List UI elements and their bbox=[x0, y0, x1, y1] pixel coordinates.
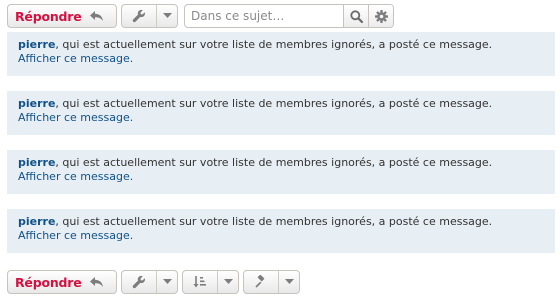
notice-message: , qui est actuellement sur votre liste d… bbox=[55, 215, 493, 228]
search-button[interactable] bbox=[343, 5, 368, 27]
reply-button[interactable]: Répondre bbox=[7, 4, 117, 28]
caret-down-icon[interactable] bbox=[157, 5, 177, 27]
caret-down-icon[interactable] bbox=[157, 271, 177, 293]
magnifier-icon bbox=[349, 9, 363, 23]
reply-arrow-icon bbox=[89, 276, 104, 288]
notice-message: , qui est actuellement sur votre liste d… bbox=[55, 156, 493, 169]
topic-actions-bottom: Répondre bbox=[7, 270, 304, 294]
reply-button-label: Répondre bbox=[15, 8, 82, 24]
gavel-icon[interactable] bbox=[244, 271, 278, 293]
caret-down-icon[interactable] bbox=[279, 271, 299, 293]
advanced-search-button[interactable] bbox=[368, 5, 393, 27]
reply-button-label: Répondre bbox=[15, 274, 82, 290]
notice-text: pierre, qui est actuellement sur votre l… bbox=[18, 38, 545, 52]
post-author-link[interactable]: pierre bbox=[18, 38, 55, 51]
post-author-link[interactable]: pierre bbox=[18, 156, 55, 169]
notice-text: pierre, qui est actuellement sur votre l… bbox=[18, 215, 545, 229]
show-post-link[interactable]: Afficher ce message. bbox=[18, 170, 133, 183]
show-post-link[interactable]: Afficher ce message. bbox=[18, 52, 133, 65]
topic-search-box bbox=[184, 4, 394, 28]
ignored-post-notice: pierre, qui est actuellement sur votre l… bbox=[7, 209, 555, 253]
topic-search-input[interactable] bbox=[185, 5, 343, 27]
notice-text: pierre, qui est actuellement sur votre l… bbox=[18, 97, 545, 111]
notice-text: pierre, qui est actuellement sur votre l… bbox=[18, 156, 545, 170]
ignored-post-notice: pierre, qui est actuellement sur votre l… bbox=[7, 91, 555, 135]
wrench-icon[interactable] bbox=[122, 5, 156, 27]
reply-arrow-icon bbox=[89, 10, 104, 22]
reply-button[interactable]: Répondre bbox=[7, 270, 117, 294]
notice-message: , qui est actuellement sur votre liste d… bbox=[55, 97, 493, 110]
post-author-link[interactable]: pierre bbox=[18, 97, 55, 110]
sort-icon[interactable] bbox=[183, 271, 217, 293]
wrench-icon[interactable] bbox=[122, 271, 156, 293]
moderation-dropdown[interactable] bbox=[243, 270, 300, 294]
ignored-post-notice: pierre, qui est actuellement sur votre l… bbox=[7, 32, 555, 76]
post-author-link[interactable]: pierre bbox=[18, 215, 55, 228]
show-post-link[interactable]: Afficher ce message. bbox=[18, 111, 133, 124]
post-list: pierre, qui est actuellement sur votre l… bbox=[7, 32, 555, 268]
notice-message: , qui est actuellement sur votre liste d… bbox=[55, 38, 493, 51]
show-post-link[interactable]: Afficher ce message. bbox=[18, 229, 133, 242]
caret-down-icon[interactable] bbox=[218, 271, 238, 293]
topic-tools-dropdown[interactable] bbox=[121, 270, 178, 294]
topic-actions-top: Répondre bbox=[7, 4, 394, 28]
topic-tools-dropdown[interactable] bbox=[121, 4, 178, 28]
gear-icon bbox=[374, 9, 388, 23]
sort-options-dropdown[interactable] bbox=[182, 270, 239, 294]
ignored-post-notice: pierre, qui est actuellement sur votre l… bbox=[7, 150, 555, 194]
